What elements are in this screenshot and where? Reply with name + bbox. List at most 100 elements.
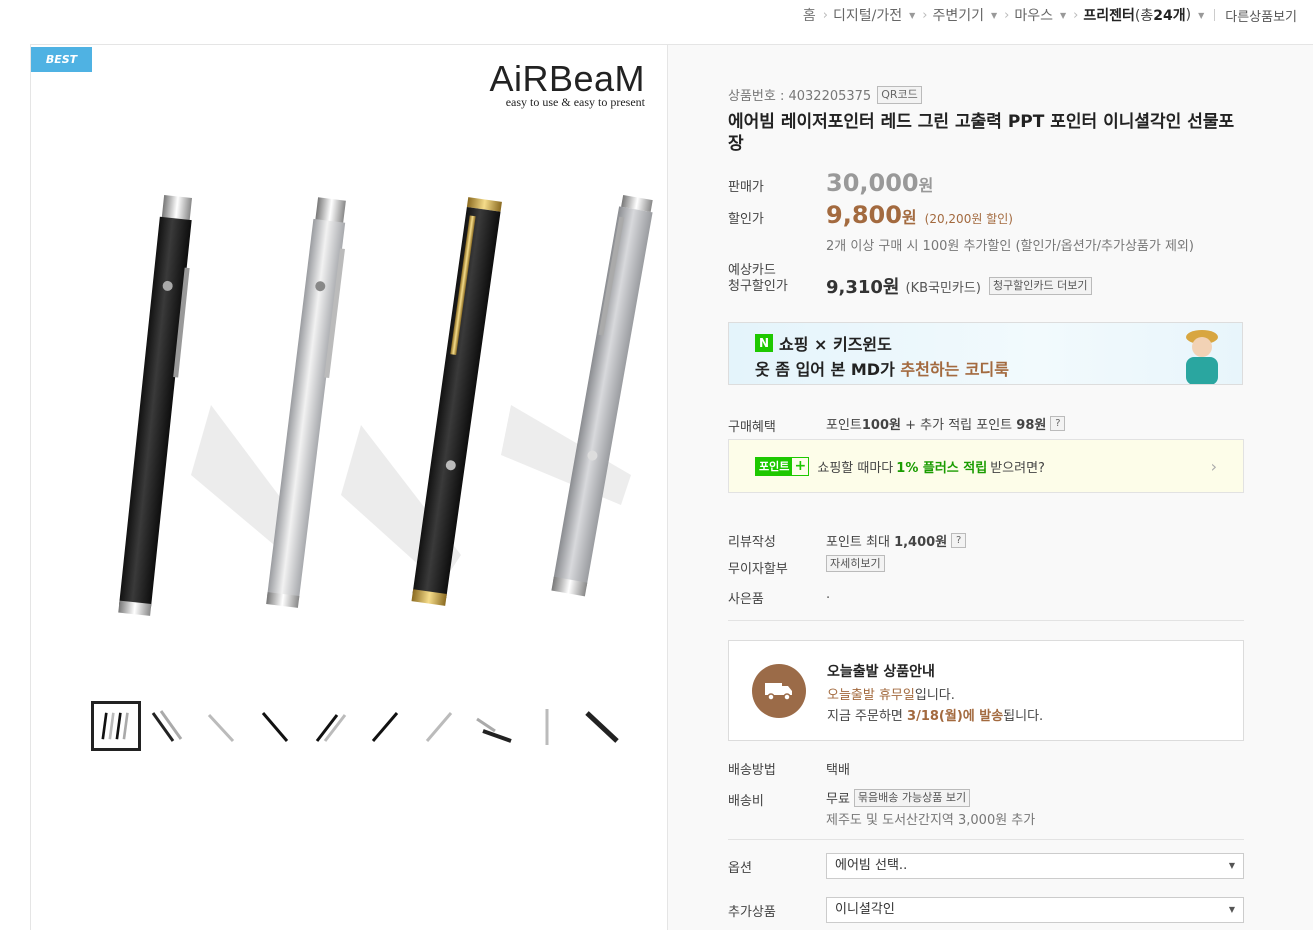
breadcrumb-item-presenter[interactable]: 프리젠터 (총 24개 ) ▼ xyxy=(1083,5,1204,25)
other-products-link[interactable]: 다른상품보기 xyxy=(1225,6,1297,25)
installment-detail-button[interactable]: 자세히보기 xyxy=(826,555,885,572)
chevron-right-icon: › xyxy=(922,7,928,23)
point-plus-badge: 포인트 + xyxy=(755,456,810,476)
chevron-right-icon: › xyxy=(1210,457,1217,476)
divider xyxy=(1214,9,1216,21)
benefit-point-2: 98원 xyxy=(1016,418,1047,433)
shipping-notice-title: 오늘출발 상품안내 xyxy=(827,664,935,680)
product-info-panel: 상품번호 : 4032205375 QR코드 에어빔 레이저포인터 레드 그린 … xyxy=(667,44,1313,930)
best-badge: BEST xyxy=(31,47,92,72)
product-number-text: 상품번호 : 4032205375 xyxy=(728,89,872,104)
thumbnail[interactable] xyxy=(523,701,573,751)
holiday-highlight: 오늘출발 휴무일 xyxy=(827,688,915,703)
black-pen xyxy=(118,195,192,616)
qr-code-button[interactable]: QR코드 xyxy=(877,85,922,104)
installment: 자세히보기 xyxy=(826,555,885,572)
addon-select[interactable]: 이니셜각인 ▼ xyxy=(826,897,1244,923)
kids-window-banner[interactable]: N 쇼핑 × 키즈윈도 옷 좀 입어 본 MD가 추천하는 코디룩 xyxy=(728,322,1243,385)
benefit-label: 구매혜택 xyxy=(728,420,776,435)
card-price-label-line2: 청구할인가 xyxy=(728,279,788,294)
chevron-right-icon: › xyxy=(822,7,828,23)
thumbnail[interactable] xyxy=(145,701,195,751)
caret-down-icon: ▼ xyxy=(1060,10,1067,20)
product-number: 상품번호 : 4032205375 QR코드 xyxy=(728,85,922,104)
gift-value: . xyxy=(826,587,831,602)
option-select[interactable]: 에어빔 선택.. ▼ xyxy=(826,853,1244,879)
thumbnail[interactable] xyxy=(199,701,249,751)
card-name: (KB국민카드) xyxy=(905,280,981,296)
addon-label: 추가상품 xyxy=(728,905,776,920)
purchase-benefit: 포인트 100원 + 추가 적립 포인트 98원 ? xyxy=(826,414,1066,433)
addon-select-value: 이니셜각인 xyxy=(835,902,895,917)
kid-model-image xyxy=(1186,330,1218,384)
extra-discount-note: 2개 이상 구매 시 100원 추가할인 (할인가/옵션가/추가상품가 제외) xyxy=(826,239,1194,254)
card-price-label: 예상카드 청구할인가 xyxy=(728,263,788,295)
sale-price-label: 할인가 xyxy=(728,212,764,227)
breadcrumb-item-mouse[interactable]: 마우스 ▼ xyxy=(1014,5,1066,25)
breadcrumb: 홈 › 디지털/가전 ▼ › 주변기기 ▼ › 마우스 ▼ › 프리젠터 (총 … xyxy=(0,0,1313,30)
product-gallery: BEST AiRBeaM easy to use & easy to prese… xyxy=(30,44,667,930)
delivery-method-label: 배송방법 xyxy=(728,763,776,778)
delivery-method: 택배 xyxy=(826,763,850,778)
breadcrumb-count-prefix: (총 xyxy=(1134,8,1154,24)
brand-logo: AiRBeaM easy to use & easy to present xyxy=(489,58,645,109)
gift-label: 사은품 xyxy=(728,592,764,607)
sale-price: 9,800 원 (20,200원 할인) xyxy=(826,201,1013,229)
review-point: 포인트 최대 1,400원 ? xyxy=(826,531,967,550)
currency-unit: 원 xyxy=(918,176,934,195)
point-badge-label: 포인트 xyxy=(756,457,793,475)
breadcrumb-item-peripheral[interactable]: 주변기기 ▼ xyxy=(932,5,997,25)
shipping-notice-line2: 오늘출발 휴무일입니다. xyxy=(827,684,955,703)
breadcrumb-home-link[interactable]: 홈 xyxy=(803,5,816,25)
ship-date-highlight: 3/18(월)에 발송 xyxy=(907,709,1004,724)
benefit-text-2: + 추가 적립 포인트 xyxy=(901,418,1017,433)
card-price-label-line1: 예상카드 xyxy=(728,263,776,278)
point-plus-text-post: 받으려면? xyxy=(990,460,1045,476)
brand-name: AiRBeaM xyxy=(489,58,645,99)
naver-logo-icon: N xyxy=(755,334,773,352)
divider xyxy=(728,839,1244,840)
breadcrumb-item-label: 마우스 xyxy=(1014,8,1053,24)
review-amount: 1,400원 xyxy=(894,535,948,550)
option-label: 옵션 xyxy=(728,861,752,876)
price-label: 판매가 xyxy=(728,180,764,195)
black-gold-pen xyxy=(411,197,502,606)
breadcrumb-current-label: 프리젠터 xyxy=(1083,8,1135,24)
truck-icon-svg xyxy=(765,683,792,701)
discount-amount: (20,200원 할인) xyxy=(924,212,1013,226)
breadcrumb-count-suffix: ) xyxy=(1185,7,1192,23)
thumbnail[interactable] xyxy=(415,701,465,751)
breadcrumb-item-digital[interactable]: 디지털/가전 ▼ xyxy=(833,5,915,25)
brand-tagline: easy to use & easy to present xyxy=(505,95,645,109)
card-more-button[interactable]: 청구할인카드 더보기 xyxy=(988,277,1092,295)
thumbnail[interactable] xyxy=(469,701,519,751)
main-product-image[interactable] xyxy=(61,175,661,645)
today-shipping-notice: 오늘출발 상품안내 오늘출발 휴무일입니다. 지금 주문하면 3/18(월)에 … xyxy=(728,640,1244,741)
breadcrumb-item-label: 주변기기 xyxy=(932,8,984,24)
installment-label: 무이자할부 xyxy=(728,562,788,577)
review-label: 리뷰작성 xyxy=(728,535,776,550)
thumbnail[interactable] xyxy=(307,701,357,751)
delivery-fee-value: 무료 xyxy=(826,792,850,807)
original-price-value: 30,000 xyxy=(826,169,919,197)
truck-icon xyxy=(752,664,806,718)
sale-price-value: 9,800 xyxy=(826,201,902,229)
currency-unit: 원 xyxy=(901,208,917,227)
shipping-notice-line3: 지금 주문하면 3/18(월)에 발송됩니다. xyxy=(827,705,1043,724)
help-icon[interactable]: ? xyxy=(951,533,967,548)
original-price: 30,000원 xyxy=(826,169,933,197)
point-plus-text-pre: 쇼핑할 때마다 xyxy=(817,460,894,476)
banner-line2-highlight: 추천하는 코디룩 xyxy=(900,360,1009,379)
point-plus-banner[interactable]: 포인트 + 쇼핑할 때마다 1% 플러스 적립 받으려면? › xyxy=(728,439,1244,493)
thumbnail[interactable] xyxy=(91,701,141,751)
bundle-shipping-button[interactable]: 묶음배송 가능상품 보기 xyxy=(853,788,971,807)
thumbnail[interactable] xyxy=(253,701,303,751)
help-icon[interactable]: ? xyxy=(1050,416,1066,431)
breadcrumb-count: 24개 xyxy=(1153,8,1186,24)
thumbnail[interactable] xyxy=(577,701,627,751)
banner-line1-text: 쇼핑 × 키즈윈도 xyxy=(779,335,892,354)
line3-pre: 지금 주문하면 xyxy=(827,709,908,724)
delivery-fee: 무료 묶음배송 가능상품 보기 xyxy=(826,788,971,807)
thumbnail[interactable] xyxy=(361,701,411,751)
silver-pen xyxy=(266,197,346,608)
